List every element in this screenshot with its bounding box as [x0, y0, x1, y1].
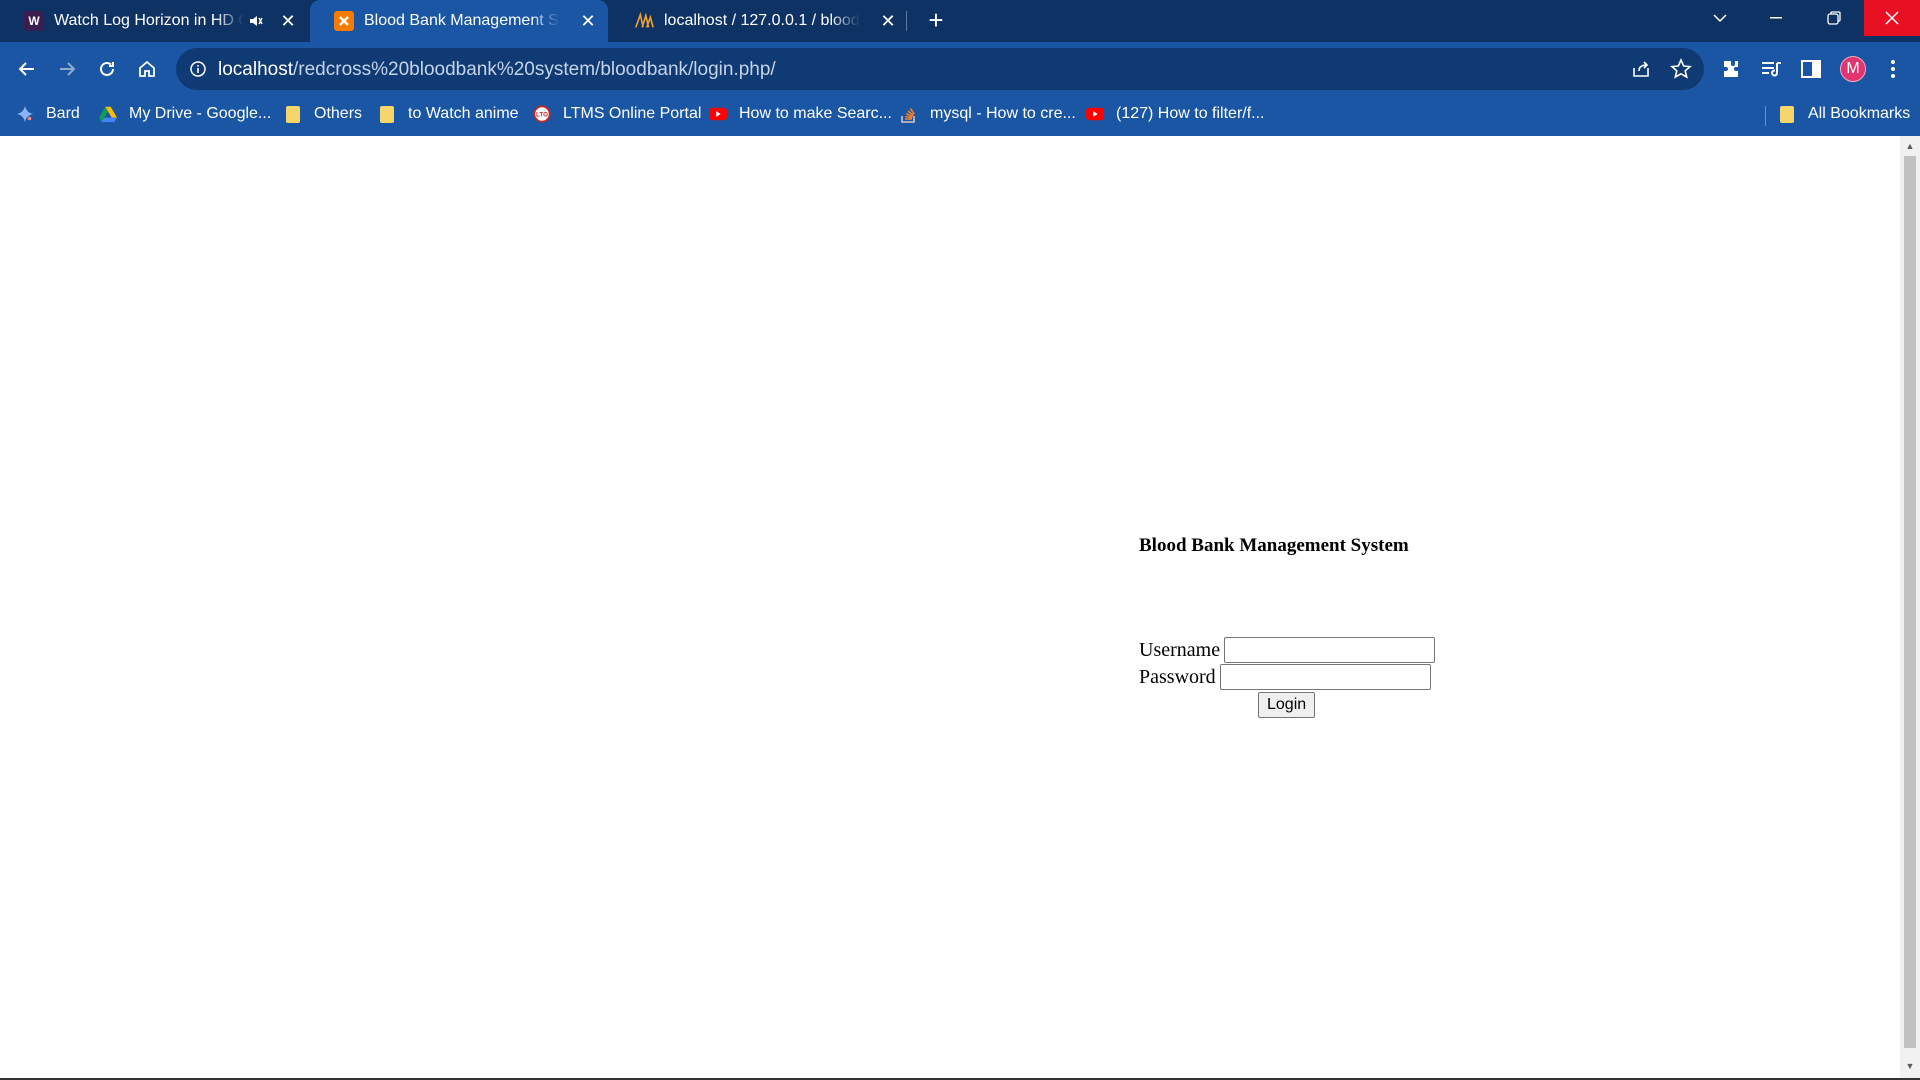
bookmark-my-drive[interactable]: My Drive - Google...	[99, 96, 271, 132]
address-bar[interactable]: localhost/redcross%20bloodbank%20system/…	[176, 48, 1704, 90]
tab-strip: W Watch Log Horizon in HD O ✕ Blood Bank…	[0, 0, 1920, 42]
bookmark-ltms[interactable]: LTO LTMS Online Portal	[533, 96, 701, 132]
all-bookmarks-button[interactable]: All Bookmarks	[1778, 96, 1910, 132]
bookmark-label: My Drive - Google...	[129, 105, 272, 122]
w-site-icon: W	[24, 11, 44, 31]
tab-title: localhost / 127.0.0.1 / bloodbank	[664, 12, 860, 29]
close-tab-icon[interactable]: ✕	[578, 11, 598, 31]
lto-icon: LTO	[533, 105, 551, 123]
back-icon[interactable]	[12, 54, 42, 84]
google-drive-icon	[99, 105, 117, 123]
tab-phpmyadmin[interactable]: localhost / 127.0.0.1 / bloodbank ✕	[610, 0, 908, 42]
bookmark-label: How to make Searc...	[739, 105, 892, 122]
bookmark-label: LTMS Online Portal	[563, 105, 702, 122]
minimize-button[interactable]	[1748, 0, 1804, 36]
close-tab-icon[interactable]: ✕	[278, 11, 298, 31]
tab-log-horizon[interactable]: W Watch Log Horizon in HD O ✕	[0, 0, 308, 42]
all-bookmarks-label: All Bookmarks	[1808, 105, 1911, 122]
scroll-down-arrow-icon[interactable]: ▼	[1904, 1060, 1916, 1072]
youtube-icon	[709, 105, 727, 123]
url-text[interactable]: localhost/redcross%20bloodbank%20system/…	[218, 59, 776, 81]
folder-icon	[1778, 105, 1796, 123]
url-path: /redcross%20bloodbank%20system/bloodbank…	[293, 59, 776, 80]
reload-icon[interactable]	[92, 54, 122, 84]
tab-divider	[906, 11, 907, 31]
close-tab-icon[interactable]: ✕	[878, 11, 898, 31]
bookmark-label: to Watch anime	[408, 105, 519, 122]
profile-avatar[interactable]: M	[1840, 56, 1866, 82]
menu-kebab-icon[interactable]	[1881, 57, 1905, 81]
bookmarks-divider	[1765, 106, 1766, 126]
youtube-icon	[1086, 105, 1104, 123]
username-input[interactable]	[1224, 637, 1436, 663]
vertical-scrollbar[interactable]: ▲ ▼	[1900, 136, 1920, 1080]
share-icon[interactable]	[1630, 58, 1652, 80]
tab-blood-bank[interactable]: Blood Bank Management System ✕	[310, 0, 608, 42]
restore-button[interactable]	[1806, 0, 1862, 36]
extensions-icon[interactable]	[1719, 57, 1743, 81]
bookmark-label: Others	[314, 105, 363, 122]
bookmark-star-icon[interactable]	[1670, 58, 1692, 80]
scrollbar-thumb[interactable]	[1904, 156, 1916, 1048]
password-input[interactable]	[1219, 664, 1431, 690]
tab-title: Watch Log Horizon in HD O	[54, 12, 244, 29]
username-row: Username	[1139, 637, 1436, 663]
tab-title: Blood Bank Management System	[364, 12, 560, 29]
bookmark-folder-others[interactable]: Others	[284, 96, 362, 132]
login-button[interactable]: Login	[1258, 692, 1316, 718]
site-info-icon[interactable]	[188, 59, 208, 79]
folder-icon	[378, 105, 396, 123]
page-viewport	[0, 136, 1900, 1080]
stackoverflow-icon	[900, 105, 918, 123]
bard-icon	[16, 105, 34, 123]
speaker-icon[interactable]	[248, 13, 264, 29]
url-host: localhost	[218, 59, 293, 80]
new-tab-button[interactable]: +	[923, 7, 949, 34]
bookmark-folder-to-watch-anime[interactable]: to Watch anime	[378, 96, 519, 132]
side-panel-icon[interactable]	[1799, 57, 1823, 81]
bookmark-label: Bard	[46, 105, 80, 122]
username-label: Username	[1139, 638, 1221, 661]
tab-search-icon[interactable]	[1692, 0, 1748, 36]
window-close-button[interactable]	[1864, 0, 1920, 36]
password-label: Password	[1139, 665, 1216, 688]
bookmark-how-to-filter[interactable]: (127) How to filter/f...	[1086, 96, 1265, 132]
bookmark-bard[interactable]: Bard	[16, 96, 80, 132]
page-title: Blood Bank Management System	[1139, 535, 1409, 556]
bookmark-mysql[interactable]: mysql - How to cre...	[900, 96, 1076, 132]
forward-icon[interactable]	[52, 54, 82, 84]
phpmyadmin-icon	[634, 11, 654, 31]
scroll-up-arrow-icon[interactable]: ▲	[1904, 140, 1916, 152]
login-form: Blood Bank Management System Username Pa…	[1139, 535, 1436, 718]
bookmark-label: mysql - How to cre...	[930, 105, 1076, 122]
home-icon[interactable]	[132, 54, 162, 84]
svg-text:LTO: LTO	[536, 112, 548, 119]
bookmark-label: (127) How to filter/f...	[1116, 105, 1265, 122]
password-row: Password	[1139, 664, 1431, 690]
browser-toolbar: localhost/redcross%20bloodbank%20system/…	[0, 42, 1920, 96]
bookmarks-bar: Bard My Drive - Google... Others to Watc…	[0, 96, 1920, 136]
media-controls-icon[interactable]	[1759, 57, 1783, 81]
xampp-icon	[334, 11, 354, 31]
bookmark-how-to-make-search[interactable]: How to make Searc...	[709, 96, 892, 132]
folder-icon	[284, 105, 302, 123]
